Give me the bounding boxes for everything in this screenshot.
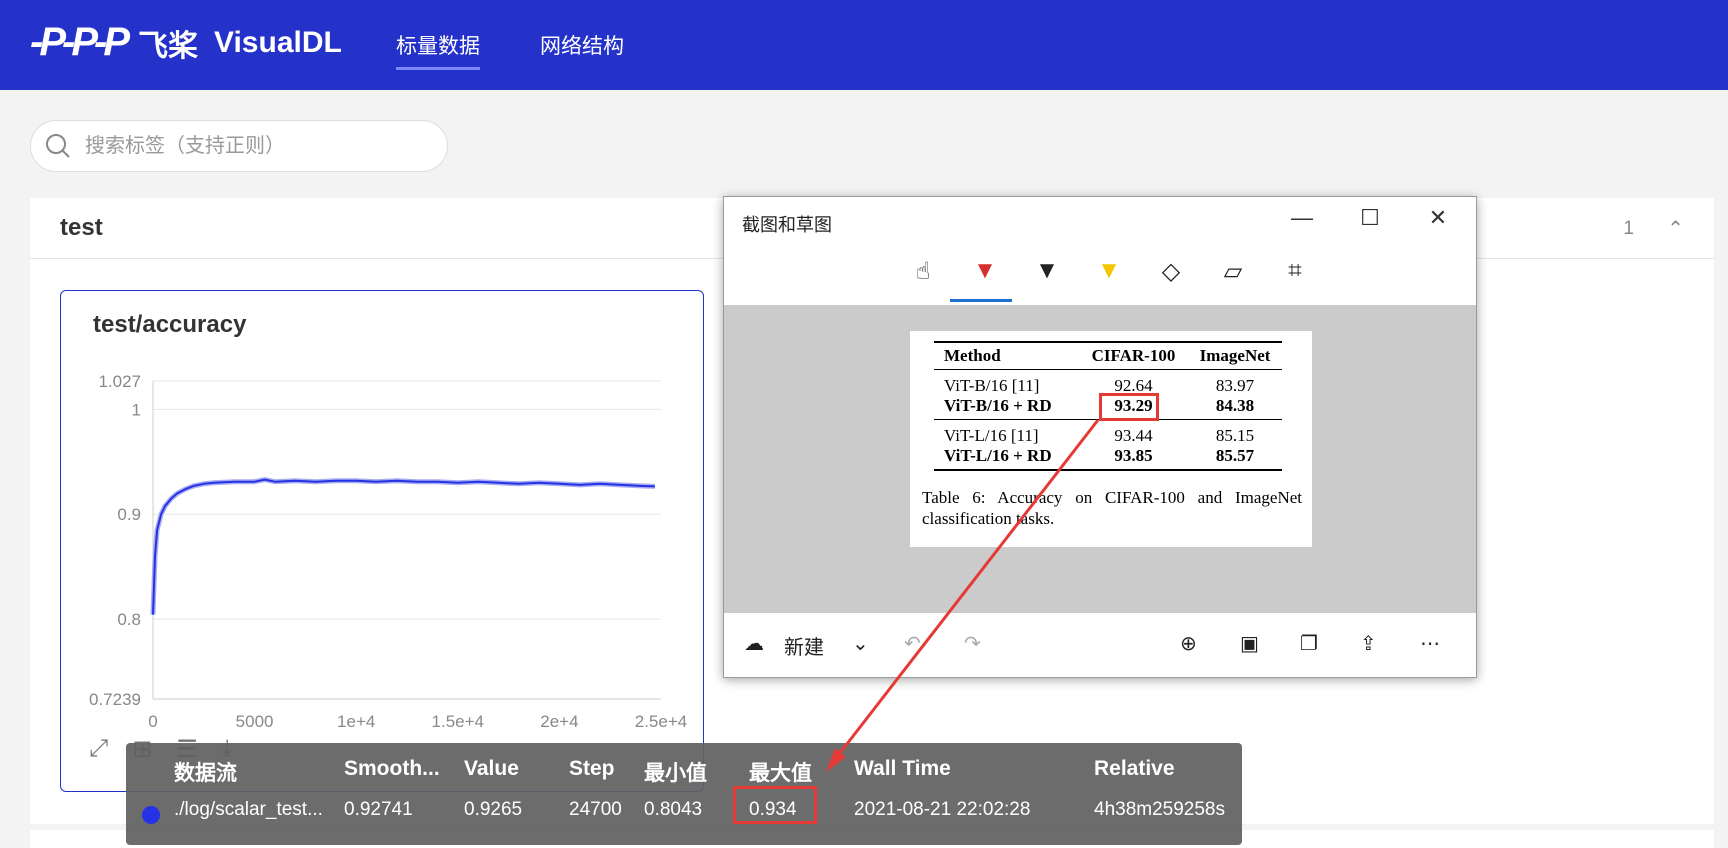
paper-cell: 83.97 — [1215, 376, 1255, 395]
highlighter-icon[interactable]: ▼ — [1092, 257, 1126, 286]
chevron-up-icon[interactable]: ⌃ — [1667, 216, 1684, 241]
x-tick-label: 1e+4 — [337, 712, 375, 731]
y-tick-label: 0.8 — [117, 610, 141, 629]
chart-card: test/accuracy 0.7239 0.8 0.9 1 1.027 0 5000 1e+… — [60, 290, 704, 792]
x-tick-label: 2.5e+4 — [635, 712, 687, 731]
new-snip-icon[interactable]: ☁ — [744, 631, 764, 656]
pencil-icon[interactable]: ▼ — [1030, 257, 1064, 286]
tag-group-count: 1 — [1623, 218, 1634, 239]
tooltip-header-walltime: Wall Time — [854, 757, 951, 780]
tag-search-box[interactable] — [30, 120, 448, 172]
paper-cell: 93.85 — [1078, 446, 1189, 471]
nav-tab-graph[interactable]: 网络结构 — [540, 30, 624, 60]
share-icon[interactable]: ⇪ — [1360, 631, 1377, 656]
redo-icon[interactable]: ↷ — [964, 631, 981, 656]
y-tick-label: 0.7239 — [89, 690, 141, 709]
paper-header-imagenet: ImageNet — [1188, 341, 1282, 370]
tooltip-header-smooth: Smooth... — [344, 757, 440, 780]
active-tool-indicator — [950, 299, 1012, 302]
snip-bottom-bar: ☁ 新建 ⌄ ↶ ↷ ⊕ ▣ ❐ ⇪ ⋯ — [724, 613, 1476, 677]
tooltip-smooth-value: 0.92741 — [344, 799, 413, 820]
y-tick-label: 0.9 — [117, 505, 141, 524]
logo-en-text: VisualDL — [214, 25, 342, 59]
expand-icon[interactable]: ⤢ — [89, 735, 108, 764]
snip-toolbar: ☝ ▼ ▼ ▼ ◇ ▱ ⌗ — [906, 257, 1312, 286]
close-icon[interactable]: ✕ — [1418, 205, 1458, 231]
tooltip-header-min: 最小值 — [644, 762, 707, 785]
nav-tab-scalars[interactable]: 标量数据 — [396, 30, 480, 70]
paper-header-cifar: CIFAR-100 — [1078, 341, 1189, 370]
snip-window-title: 截图和草图 — [742, 215, 832, 235]
chart-tooltip: 数据流 Smooth... Value Step 最小值 最大值 Wall Ti… — [126, 743, 1242, 845]
paper-cell: 85.57 — [1188, 446, 1282, 471]
tooltip-walltime: 2021-08-21 22:02:28 — [854, 799, 1031, 820]
paper-cell: ViT-B/16 [11] — [944, 376, 1040, 395]
new-snip-button[interactable]: 新建 — [784, 631, 824, 660]
tooltip-header-value: Value — [464, 757, 519, 780]
more-icon[interactable]: ⋯ — [1420, 631, 1440, 656]
chevron-down-icon[interactable]: ⌄ — [852, 631, 869, 656]
max-value-highlight-box — [733, 786, 817, 824]
series-smoothed-line — [152, 478, 655, 615]
paddle-logo-icon: -P-P-P — [30, 20, 130, 64]
search-icon — [46, 134, 70, 158]
eraser-icon[interactable]: ◇ — [1154, 257, 1188, 286]
tooltip-header-step: Step — [569, 757, 615, 780]
line-chart[interactable]: 0.7239 0.8 0.9 1 1.027 0 5000 1e+4 1.5e+4 2e+4 2.5… — [61, 291, 705, 731]
top-navigation-bar: -P-P-P 飞桨 VisualDL 标量数据 网络结构 — [0, 0, 1728, 90]
cifar-value-highlight-box — [1099, 393, 1159, 421]
search-input[interactable] — [83, 133, 417, 159]
tooltip-run-name: ./log/scalar_test... — [174, 799, 323, 820]
x-tick-label: 5000 — [236, 712, 274, 731]
ruler-icon[interactable]: ▱ — [1216, 257, 1250, 286]
snip-canvas[interactable]: Method CIFAR-100 ImageNet ViT-B/16 [11] … — [724, 305, 1476, 613]
y-tick-label: 1 — [132, 400, 141, 419]
ballpoint-pen-icon[interactable]: ▼ — [968, 257, 1002, 286]
paper-cell: 84.38 — [1188, 396, 1282, 420]
save-icon[interactable]: ▣ — [1240, 631, 1259, 656]
tag-group-title: test — [60, 214, 103, 241]
paper-cell: 85.15 — [1215, 426, 1255, 445]
crop-icon[interactable]: ⌗ — [1278, 257, 1312, 286]
series-color-dot — [142, 806, 160, 824]
y-tick-label: 1.027 — [98, 372, 141, 391]
tooltip-value: 0.9265 — [464, 799, 523, 820]
zoom-icon[interactable]: ⊕ — [1180, 631, 1197, 656]
paper-cell: ViT-L/16 + RD — [934, 446, 1079, 471]
paper-cell: ViT-B/16 + RD — [934, 396, 1079, 420]
x-tick-label: 1.5e+4 — [432, 712, 484, 731]
tooltip-relative: 4h38m259258s — [1094, 799, 1225, 820]
touch-writing-icon[interactable]: ☝ — [906, 257, 940, 286]
paper-header-method: Method — [934, 341, 1079, 370]
snip-sketch-window: 截图和草图 — ☐ ✕ ☝ ▼ ▼ ▼ ◇ ▱ ⌗ Method CIFAR-1… — [723, 196, 1477, 678]
maximize-icon[interactable]: ☐ — [1350, 205, 1390, 231]
logo-cn-text: 飞桨 — [138, 29, 198, 63]
tooltip-step: 24700 — [569, 799, 622, 820]
tooltip-header-relative: Relative — [1094, 757, 1175, 780]
visualdl-logo[interactable]: -P-P-P 飞桨 VisualDL — [30, 20, 342, 65]
tooltip-header-run: 数据流 — [174, 762, 237, 785]
paper-cell: ViT-L/16 [11] — [944, 426, 1039, 445]
captured-paper-image: Method CIFAR-100 ImageNet ViT-B/16 [11] … — [910, 331, 1312, 547]
undo-icon[interactable]: ↶ — [904, 631, 921, 656]
copy-icon[interactable]: ❐ — [1300, 631, 1318, 656]
tooltip-header-max: 最大值 — [749, 762, 812, 785]
tooltip-min: 0.8043 — [644, 799, 703, 820]
minimize-icon[interactable]: — — [1282, 205, 1322, 231]
x-tick-label: 0 — [148, 712, 157, 731]
paper-cell: 93.44 — [1114, 426, 1153, 445]
paper-table-caption: Table 6: Accuracy on CIFAR-100 and Image… — [922, 488, 1302, 528]
x-tick-label: 2e+4 — [540, 712, 578, 731]
series-raw-line — [150, 477, 655, 615]
